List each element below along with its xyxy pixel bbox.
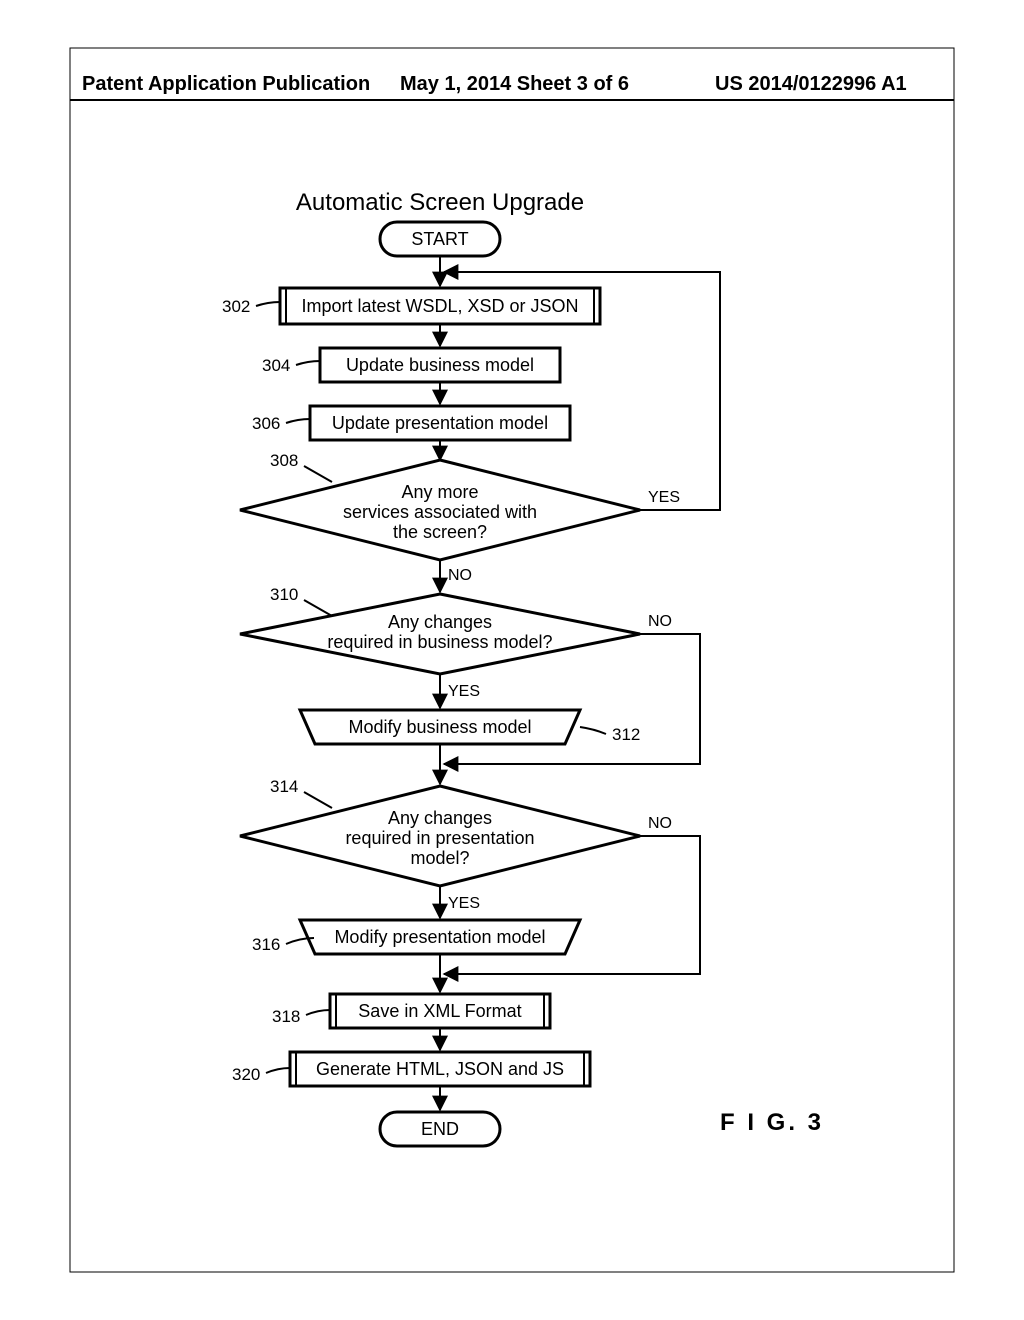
svg-text:services associated with: services associated with (343, 502, 537, 522)
svg-text:310: 310 (270, 585, 298, 604)
step-320: Generate HTML, JSON and JS (290, 1052, 590, 1086)
svg-text:Update presentation model: Update presentation model (332, 413, 548, 433)
header-right: US 2014/0122996 A1 (715, 73, 907, 95)
svg-text:306: 306 (252, 414, 280, 433)
header-left: Patent Application Publication (82, 73, 370, 95)
step-316: Modify presentation model (300, 920, 580, 954)
svg-text:308: 308 (270, 451, 298, 470)
svg-text:Modify business model: Modify business model (348, 717, 531, 737)
svg-text:316: 316 (252, 935, 280, 954)
svg-text:318: 318 (272, 1007, 300, 1026)
svg-text:302: 302 (222, 297, 250, 316)
svg-text:Generate HTML, JSON and JS: Generate HTML, JSON and JS (316, 1059, 564, 1079)
svg-text:Modify presentation model: Modify presentation model (334, 927, 545, 947)
yes-label: YES (448, 683, 480, 700)
step-318: Save in XML Format (330, 994, 550, 1028)
end-label: END (421, 1119, 459, 1139)
svg-text:model?: model? (410, 848, 469, 868)
svg-text:required in business model?: required in business model? (327, 632, 552, 652)
step-304: Update business model (320, 348, 560, 382)
svg-text:the screen?: the screen? (393, 522, 487, 542)
svg-text:320: 320 (232, 1065, 260, 1084)
no-label: NO (448, 567, 472, 584)
start-label: START (411, 229, 468, 249)
decision-314: Any changes required in presentation mod… (240, 786, 640, 886)
header-mid: May 1, 2014 Sheet 3 of 6 (400, 73, 629, 95)
svg-text:314: 314 (270, 777, 298, 796)
yes-label: YES (648, 489, 680, 506)
svg-text:304: 304 (262, 356, 290, 375)
svg-text:required in presentation: required in presentation (345, 828, 534, 848)
no-label: NO (648, 815, 672, 832)
svg-text:312: 312 (612, 725, 640, 744)
yes-label: YES (448, 895, 480, 912)
svg-text:Update business model: Update business model (346, 355, 534, 375)
decision-308: Any more services associated with the sc… (240, 460, 640, 560)
svg-text:Import latest WSDL, XSD or JSO: Import latest WSDL, XSD or JSON (301, 296, 578, 316)
figure-number: F I G. 3 (720, 1109, 824, 1136)
svg-text:Any changes: Any changes (388, 808, 492, 828)
step-302: Import latest WSDL, XSD or JSON (280, 288, 600, 324)
no-label: NO (648, 613, 672, 630)
svg-text:Save in XML Format: Save in XML Format (358, 1001, 521, 1021)
patent-figure: Patent Application Publication May 1, 20… (0, 0, 1024, 1320)
step-312: Modify business model (300, 710, 580, 744)
svg-text:Any changes: Any changes (388, 612, 492, 632)
decision-310: Any changes required in business model? (240, 594, 640, 674)
step-306: Update presentation model (310, 406, 570, 440)
diagram-title: Automatic Screen Upgrade (296, 189, 584, 216)
svg-text:Any more: Any more (401, 482, 478, 502)
